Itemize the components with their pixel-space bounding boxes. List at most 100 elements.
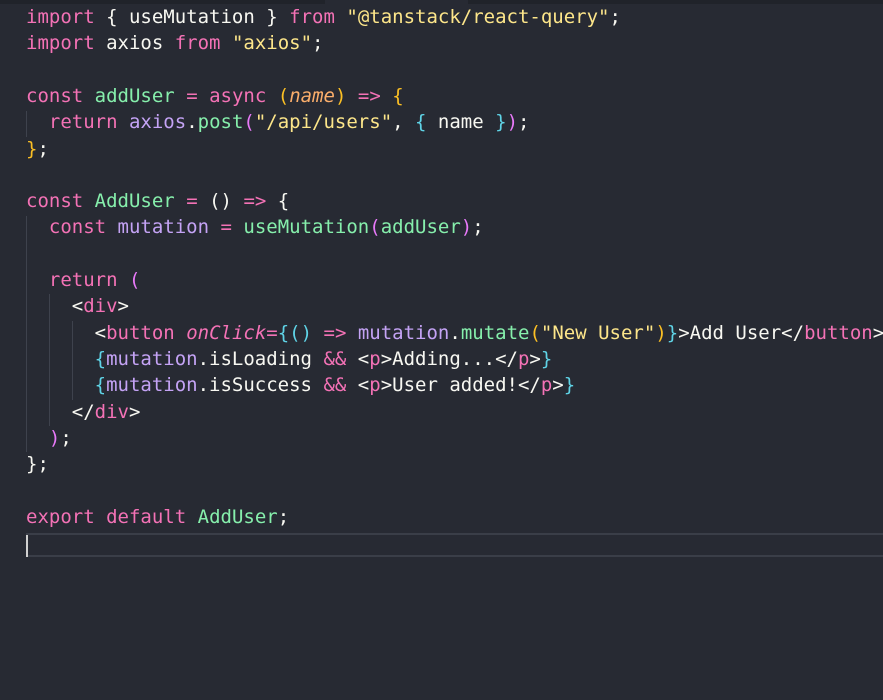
code-line[interactable]: import { useMutation } from "@tanstack/r… <box>26 4 621 30</box>
code-line[interactable]: const AddUser = () => { <box>26 188 289 214</box>
code-token: ) <box>506 111 519 134</box>
current-line-highlight <box>26 533 883 557</box>
code-token: default <box>106 505 187 528</box>
code-token: addUser <box>94 84 175 107</box>
code-token: . <box>186 111 198 134</box>
code-token: mutation <box>357 321 450 344</box>
code-token: ) <box>334 84 347 107</box>
code-token: ; <box>518 111 530 134</box>
code-token: button <box>804 321 873 344</box>
code-token: , <box>392 111 416 134</box>
code-line[interactable]: const addUser = async (name) => { <box>26 83 404 109</box>
code-token: ) <box>655 321 667 344</box>
code-token: ) <box>48 426 61 449</box>
code-token: ; <box>37 137 49 160</box>
code-token: . <box>449 321 461 344</box>
code-token: = <box>220 216 232 239</box>
code-token: ( <box>128 269 141 291</box>
code-token: < <box>71 295 84 318</box>
code-token: ; <box>60 426 72 449</box>
code-editor[interactable]: import { useMutation } from "@tanstack/r… <box>0 0 883 700</box>
code-token: > <box>117 295 129 318</box>
code-token: >User added!</ <box>380 374 541 397</box>
code-token: mutation <box>117 216 210 239</box>
code-token: > <box>552 374 564 397</box>
code-line[interactable]: import axios from "axios"; <box>26 30 323 56</box>
code-line[interactable]: <button onClick={() => mutation.mutate("… <box>26 320 883 346</box>
code-token: post <box>197 111 244 134</box>
code-token: < <box>346 374 370 397</box>
code-token: .isSuccess <box>197 374 324 397</box>
code-token: > <box>529 347 541 370</box>
code-token: AddUser <box>197 505 278 528</box>
code-token: ; <box>312 32 324 55</box>
code-line[interactable]: ); <box>26 425 72 451</box>
code-line[interactable]: const mutation = useMutation(addUser); <box>26 214 484 240</box>
code-token: && <box>323 347 347 370</box>
code-token: mutation <box>106 374 198 397</box>
code-token: { <box>106 6 118 28</box>
code-token: < <box>346 347 370 370</box>
code-line[interactable]: <div> <box>26 293 129 319</box>
code-line[interactable]: </div> <box>26 399 141 425</box>
code-token: > <box>128 400 141 423</box>
code-line[interactable]: }; <box>26 451 49 477</box>
code-token: = <box>266 321 278 344</box>
code-token: ; <box>472 216 484 239</box>
code-token: "@tanstack/react-query" <box>346 6 610 28</box>
code-token: axios <box>128 111 187 134</box>
code-token: < <box>94 321 107 344</box>
code-token: mutate <box>460 321 530 344</box>
code-token: "New User" <box>540 321 656 344</box>
code-token: { <box>392 84 404 107</box>
code-token: from <box>174 32 221 55</box>
code-line[interactable]: {mutation.isLoading && <p>Adding...</p>} <box>26 346 553 372</box>
code-token: import <box>26 6 95 28</box>
code-line[interactable]: return ( <box>26 267 141 293</box>
code-token: ( <box>243 111 255 134</box>
code-token: p <box>517 347 530 370</box>
code-line[interactable]: }; <box>26 136 49 162</box>
code-line[interactable]: {mutation.isSuccess && <p>User added!</p… <box>26 372 576 398</box>
code-token: => <box>243 190 267 213</box>
code-token: name <box>289 84 335 107</box>
code-token: >Adding...</ <box>380 347 518 370</box>
code-line[interactable]: return axios.post("/api/users", { name }… <box>26 109 530 135</box>
code-token: from <box>289 6 335 28</box>
code-token: onClick <box>186 321 267 344</box>
code-token: p <box>369 347 381 370</box>
code-token: async <box>209 84 267 107</box>
code-token: "axios" <box>231 32 313 55</box>
code-token: { <box>94 347 107 370</box>
code-token: div <box>83 295 118 318</box>
code-token: = <box>186 190 198 213</box>
code-token: } <box>26 453 38 476</box>
code-token: </ <box>71 400 95 423</box>
code-token: mutation <box>106 347 198 370</box>
code-line[interactable]: export default AddUser; <box>26 504 289 530</box>
